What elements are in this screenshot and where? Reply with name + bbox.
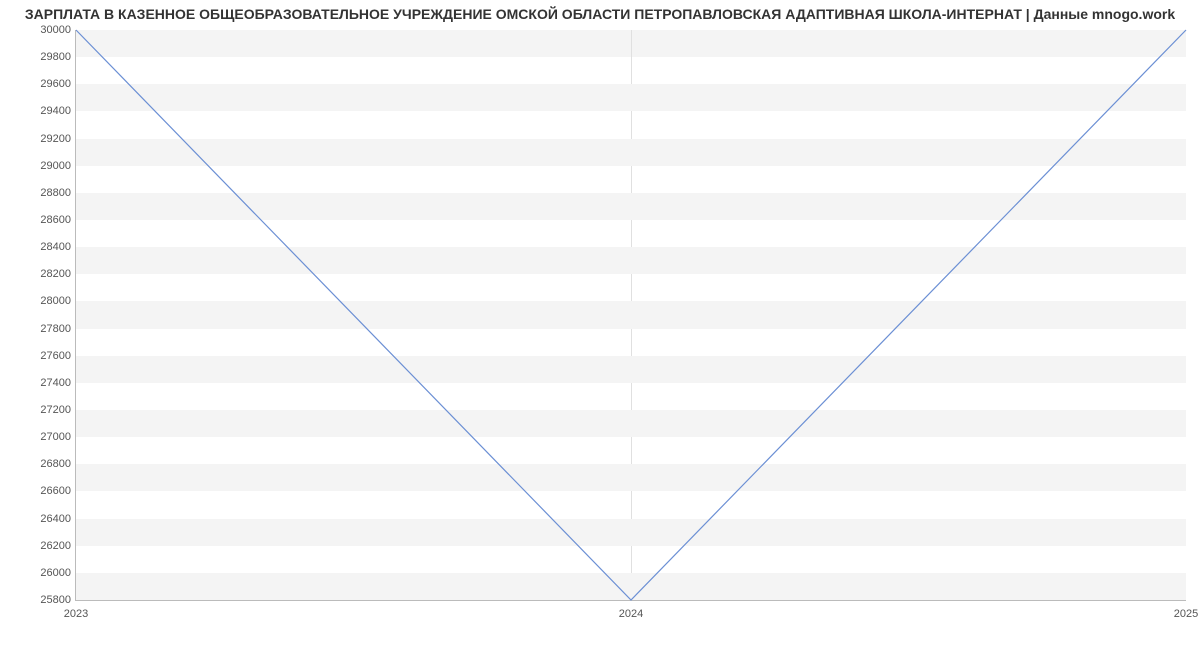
y-tick-label: 27600 [26, 350, 71, 362]
y-tick-label: 29200 [26, 133, 71, 145]
chart-title: ЗАРПЛАТА В КАЗЕННОЕ ОБЩЕОБРАЗОВАТЕЛЬНОЕ … [0, 6, 1200, 22]
y-tick-label: 27200 [26, 404, 71, 416]
y-tick-label: 26800 [26, 458, 71, 470]
y-tick-label: 27000 [26, 431, 71, 443]
y-tick-label: 26200 [26, 540, 71, 552]
line-series [76, 30, 1186, 600]
y-tick-label: 26600 [26, 485, 71, 497]
y-tick-label: 30000 [26, 24, 71, 36]
x-tick-label: 2025 [1174, 608, 1198, 620]
y-tick-label: 29800 [26, 51, 71, 63]
y-tick-label: 28200 [26, 268, 71, 280]
chart-container: ЗАРПЛАТА В КАЗЕННОЕ ОБЩЕОБРАЗОВАТЕЛЬНОЕ … [0, 0, 1200, 650]
y-tick-label: 28000 [26, 295, 71, 307]
y-tick-label: 29400 [26, 105, 71, 117]
y-tick-label: 26000 [26, 567, 71, 579]
x-tick-label: 2023 [64, 608, 88, 620]
y-tick-label: 28400 [26, 241, 71, 253]
y-tick-label: 29600 [26, 78, 71, 90]
x-tick-label: 2024 [619, 608, 643, 620]
y-tick-label: 26400 [26, 513, 71, 525]
y-tick-label: 25800 [26, 594, 71, 606]
y-tick-label: 27400 [26, 377, 71, 389]
y-tick-label: 28800 [26, 187, 71, 199]
y-tick-label: 27800 [26, 323, 71, 335]
y-tick-label: 28600 [26, 214, 71, 226]
y-tick-label: 29000 [26, 160, 71, 172]
plot-area: 2580026000262002640026600268002700027200… [75, 30, 1186, 601]
